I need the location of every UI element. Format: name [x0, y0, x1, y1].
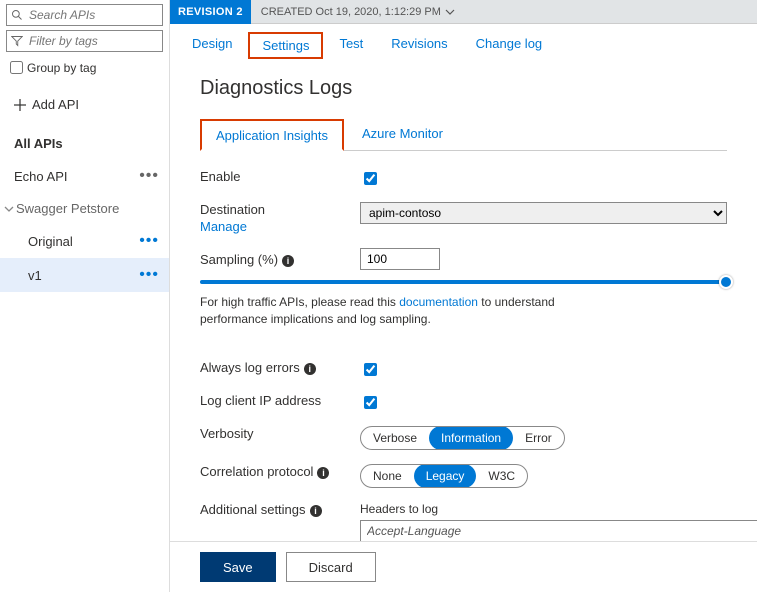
echo-api-menu-icon[interactable]: ••• [139, 167, 159, 185]
filter-tags-input[interactable] [27, 33, 158, 49]
echo-api-label: Echo API [14, 169, 67, 184]
enable-checkbox[interactable] [364, 172, 377, 185]
tab-changelog[interactable]: Change log [464, 32, 555, 59]
correlation-none[interactable]: None [361, 464, 414, 488]
main-panel: REVISION 2 CREATED Oct 19, 2020, 1:12:29… [170, 0, 757, 592]
search-icon [11, 9, 23, 21]
info-icon[interactable]: i [310, 505, 322, 517]
always-log-errors-label: Always log errorsi [200, 360, 360, 375]
revision-created-text: CREATED Oct 19, 2020, 1:12:29 PM [261, 6, 441, 18]
swagger-petstore-label: Swagger Petstore [16, 201, 119, 216]
filter-icon [11, 35, 23, 47]
correlation-legacy[interactable]: Legacy [414, 464, 477, 488]
correlation-pill-group: None Legacy W3C [360, 464, 528, 488]
sidebar-item-echo-api[interactable]: Echo API ••• [0, 159, 169, 193]
sidebar-item-all-apis[interactable]: All APIs [0, 128, 169, 159]
sampling-input[interactable] [360, 248, 440, 270]
content-area: Diagnostics Logs Application Insights Az… [170, 65, 757, 541]
revision-bar: REVISION 2 CREATED Oct 19, 2020, 1:12:29… [170, 0, 757, 24]
discard-button[interactable]: Discard [286, 552, 376, 582]
group-by-tag-toggle[interactable]: Group by tag [6, 58, 163, 77]
verbosity-error[interactable]: Error [513, 426, 564, 450]
tab-revisions[interactable]: Revisions [379, 32, 459, 59]
original-label: Original [28, 234, 73, 249]
footer-bar: Save Discard [170, 541, 757, 592]
save-button[interactable]: Save [200, 552, 276, 582]
sidebar-item-original[interactable]: Original ••• [0, 224, 169, 258]
plus-icon [14, 99, 26, 111]
sidebar: Group by tag Add API All APIs Echo API •… [0, 0, 170, 592]
slider-thumb[interactable] [719, 275, 733, 289]
tab-design[interactable]: Design [180, 32, 244, 59]
group-by-tag-checkbox[interactable] [10, 61, 23, 74]
headers-to-log-input[interactable] [360, 520, 757, 541]
search-apis-input[interactable] [27, 7, 158, 23]
tab-bar: Design Settings Test Revisions Change lo… [170, 24, 757, 65]
v1-menu-icon[interactable]: ••• [139, 266, 159, 284]
correlation-w3c[interactable]: W3C [476, 464, 527, 488]
log-client-ip-label: Log client IP address [200, 393, 360, 408]
correlation-protocol-label: Correlation protocoli [200, 464, 360, 479]
revision-created[interactable]: CREATED Oct 19, 2020, 1:12:29 PM [261, 6, 455, 18]
log-client-ip-checkbox[interactable] [364, 396, 377, 409]
info-icon[interactable]: i [282, 255, 294, 267]
destination-label: Destination [200, 202, 265, 217]
add-api-label: Add API [32, 97, 79, 112]
group-by-tag-label: Group by tag [27, 61, 96, 75]
search-apis-field[interactable] [6, 4, 163, 26]
add-api-button[interactable]: Add API [14, 97, 169, 112]
sampling-slider[interactable] [200, 280, 727, 284]
always-log-errors-checkbox[interactable] [364, 363, 377, 376]
chevron-down-icon [445, 8, 455, 16]
destination-label-block: Destination Manage [200, 202, 360, 234]
subtab-azure-monitor[interactable]: Azure Monitor [348, 119, 457, 151]
additional-settings-label: Additional settingsi [200, 502, 360, 517]
headers-to-log-label: Headers to log [360, 502, 757, 516]
info-icon[interactable]: i [317, 467, 329, 479]
enable-label: Enable [200, 169, 360, 184]
documentation-link[interactable]: documentation [399, 295, 478, 309]
verbosity-information[interactable]: Information [429, 426, 513, 450]
tab-settings[interactable]: Settings [248, 32, 323, 59]
verbosity-verbose[interactable]: Verbose [361, 426, 429, 450]
chevron-down-icon [4, 204, 14, 214]
v1-label: v1 [28, 268, 42, 283]
sampling-help-text: For high traffic APIs, please read this … [200, 294, 620, 328]
subtab-bar: Application Insights Azure Monitor [200, 118, 727, 151]
revision-badge: REVISION 2 [170, 0, 251, 24]
destination-select[interactable]: apim-contoso [360, 202, 727, 224]
sampling-label: Sampling (%)i [200, 252, 360, 267]
verbosity-label: Verbosity [200, 426, 360, 441]
filter-tags-field[interactable] [6, 30, 163, 52]
verbosity-pill-group: Verbose Information Error [360, 426, 565, 450]
sidebar-group-swagger-petstore[interactable]: Swagger Petstore [0, 193, 169, 224]
all-apis-label: All APIs [14, 136, 63, 151]
subtab-application-insights[interactable]: Application Insights [200, 119, 344, 151]
tab-test[interactable]: Test [327, 32, 375, 59]
page-title: Diagnostics Logs [200, 77, 727, 100]
sidebar-item-v1[interactable]: v1 ••• [0, 258, 169, 292]
info-icon[interactable]: i [304, 363, 316, 375]
manage-link[interactable]: Manage [200, 219, 360, 234]
original-menu-icon[interactable]: ••• [139, 232, 159, 250]
